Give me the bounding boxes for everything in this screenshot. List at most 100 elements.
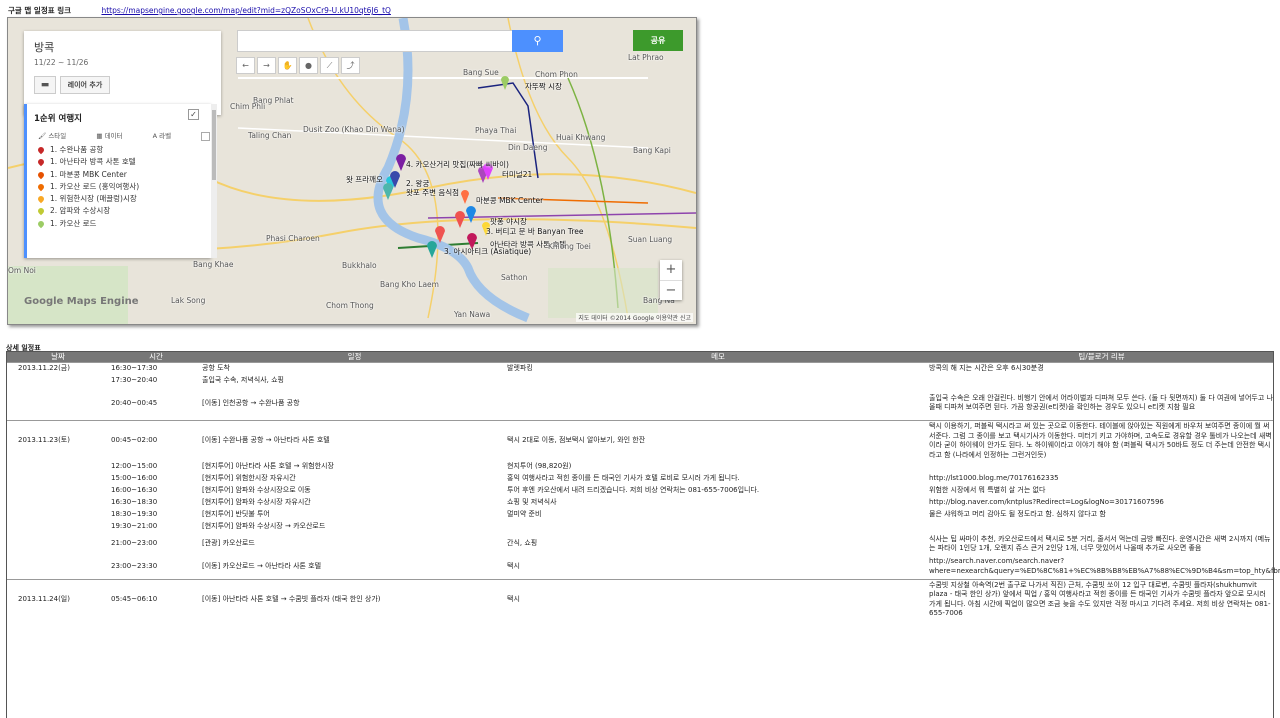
map-place-label: 터미널21 [502,170,533,179]
map-dates: 11/22 ~ 11/26 [34,58,89,67]
hand-icon[interactable]: ✋ [278,57,297,74]
marker-icon [36,194,46,204]
zoom-in-button[interactable]: + [660,260,682,281]
map-link[interactable]: https://mapsengine.google.com/map/edit?m… [101,6,391,15]
marker-icon [36,182,46,192]
table-cell-date [6,521,110,533]
layer-item[interactable]: 1. 카오산 로드 [36,218,139,230]
table-cell-plan: [현지투어] 암파와 수상시장 → 카오산로드 [202,522,326,531]
table-cell-tip: http://search.naver.com/search.naver?whe… [929,557,1280,575]
map-title[interactable]: 방콕 [34,39,54,55]
layer-title[interactable]: 1순위 여행지 [34,112,82,124]
directions-icon[interactable]: ⤴ [341,57,360,74]
table-row: 23:00~23:30 [이동] 카오산로드 → 아난타라 사톤 호텔 택시 http… [6,555,1280,579]
undo-icon[interactable]: ← [236,57,255,74]
table-cell-memo: 쇼핑 및 저녁식사 [507,498,557,507]
table-cell-tip [929,461,1274,473]
layer-item[interactable]: 1. 위험한시장 (매끌렁)시장 [36,193,139,205]
table-cell-date [6,555,110,579]
table-cell-plan: [이동] 수완나품 공항 → 아난타라 사톤 호텔 [202,420,507,461]
marker-icon [36,219,46,229]
table-cell-plan: [이동] 아난타라 사톤 호텔 → 수쿰빗 플라자 (태국 한인 상가) [202,578,507,620]
data-tool[interactable]: ▦ 데이터 [96,132,136,140]
table-cell-memo [507,375,929,387]
table-cell-tip: 수쿰빗 지상철 아속역(2번 출구로 나가서 직진) 근처, 수쿰빗 쏘이 12… [929,578,1274,620]
table-cell-tip: 택시 이용하기, 퍼블릭 택시라고 써 있는 곳으로 이동한다. 테이블에 앉아… [929,420,1274,461]
map-place-label: 왓 프라깨오 [346,175,383,184]
table-cell-memo: 발렛파킹 [507,362,929,375]
table-cell-plan: 출입국 수속, 저녁식사, 쇼핑 [202,375,284,384]
zoom-out-button[interactable]: − [660,281,682,301]
table-row: 20:40~00:45 [이동] 인천공항 → 수완나품 공항 출입국 수속은 오래… [6,387,1274,421]
table-cell-tip: 물은 샤워하고 머리 감아도 될 정도라고 함. 심하지 않다고 함 [929,510,1106,519]
table-cell-memo: 홍익 여행사라고 적힌 종이를 든 태국인 기사가 호텔 로비로 모시러 가게 … [507,474,740,483]
google-logo: Google Maps Engine [24,296,139,307]
table-cell-plan: [현지투어] 암파와 수상시장으로 이동 [202,486,311,495]
table-cell-time: 05:45~06:10 [110,578,202,620]
layer-item[interactable]: 1. 마분콩 MBK Center [36,169,139,181]
layer-visibility-checkbox[interactable]: ✓ [188,109,199,120]
map-place-label: 왓포 주변 음식점 [406,188,460,197]
map-district-label: Bang Kapi [633,146,671,155]
map-district-label: Phaya Thai [475,126,517,135]
layer-item[interactable]: 2. 암파와 수상시장 [36,205,139,217]
table-cell-plan: [현지투어] 암파와 수상시장 자유시간 [202,498,311,507]
layer-item[interactable]: 1. 카오산 로드 (홍익여행사) [36,181,139,193]
map-link-label: 구글 맵 일정표 링크 [8,6,72,15]
table-row: 17:30~20:40 출입국 수속, 저녁식사, 쇼핑 [6,375,1274,387]
share-button[interactable]: 공유 [633,30,683,51]
map-district-label: Taling Chan [248,131,292,140]
map-link-row: 구글 맵 일정표 링크 https://mapsengine.google.co… [8,5,391,17]
zoom-control: + − [660,260,682,300]
table-cell-date: 2013.11.24(일) [6,578,110,620]
table-cell-time: 17:30~20:40 [111,375,158,384]
table-cell-memo: 택시 [507,578,929,620]
marker-icon [36,158,46,167]
layer-scrollbar[interactable] [211,104,217,258]
map-search-input[interactable] [237,30,522,52]
table-cell-tip [929,521,1274,533]
table-cell-date [6,387,110,421]
layer-item[interactable]: 1. 수완나품 공항 [36,144,139,156]
table-cell-tip: 출입국 수속은 오래 안걸린다. 비행기 안에서 어라이벌과 디파쳐 모두 쓴다… [929,393,1273,412]
layer-item[interactable]: 1. 아난타라 방콕 사톤 호텔 [36,156,139,168]
column-header: 날짜 [6,351,110,363]
folder-icon[interactable]: ▬ [34,76,56,94]
table-row: 16:30~18:30 [현지투어] 암파와 수상시장 자유시간 쇼핑 및 저녁식사… [6,497,1274,509]
map-district-label: Din Daeng [508,143,548,152]
map-place-label: 4. 카오산거리 맛집(짜빠 씨바이) [406,160,509,169]
table-header-row: 날짜 시간 일정 메모 팁/블로거 리뷰 [6,351,1274,363]
table-cell-plan: [이동] 카오산로드 → 아난타라 사톤 호텔 [202,562,322,570]
scrollbar-thumb[interactable] [212,110,216,180]
map-district-label: Chom Phon [535,70,578,79]
marker-icon [36,170,46,179]
table-row: 15:00~16:00 [현지투어] 위험한시장 자유시간 홍익 여행사라고 적힌 … [6,473,1274,485]
line-tool-icon[interactable]: ⟋ [320,57,339,74]
map-district-label: Bang Sue [463,68,499,77]
map-embed[interactable]: 자뚜짝 시장 4. 카오산거리 맛집(짜빠 씨바이) 왓 프라깨오 2. 왕궁 … [7,17,697,325]
map-district-label: Lat Phrao [628,53,664,62]
map-place-label: 3. 버티고 문 바 Banyan Tree [486,227,584,236]
table-cell-date [6,533,110,555]
marker-tool-icon[interactable]: ● [299,57,318,74]
table-cell-date [6,485,110,497]
table-cell-tip: 방콕의 해 지는 시간은 오후 6시30분경 [929,362,1274,375]
table-cell-memo: 투어 후엔 카오산에서 내려 드리겠습니다. 저희 비상 연락처는 081-65… [507,486,760,495]
map-district-label: Chim Phli [230,102,266,111]
table-cell-memo: 현지투어 (98,820원) [507,462,572,471]
map-district-label: Phasi Charoen [266,234,320,243]
table-cell-tip [929,375,1274,387]
table-cell-memo [507,387,929,421]
redo-icon[interactable]: → [257,57,276,74]
add-layer-button[interactable]: 레이어 추가 [60,76,110,94]
table-cell-time: 18:30~19:30 [111,510,158,519]
table-row: 19:30~21:00 [현지투어] 암파와 수상시장 → 카오산로드 [6,521,1274,533]
layer-options-icon[interactable] [201,131,211,141]
column-header: 시간 [110,351,202,363]
table-row: 12:00~15:00 [현지투어] 아난타라 사톤 호텔 → 위험한시장 현지투어… [6,461,1274,473]
search-button[interactable]: ⚲ [512,30,563,52]
style-tool[interactable]: 🖌 스타일 [38,132,80,140]
label-tool[interactable]: A 라벨 [153,132,185,140]
map-district-label: Suan Luang [628,235,673,244]
table-row: 2013.11.22(금) 16:30~17:30 공항 도착 발렛파킹 방콕의 해 지… [6,362,1274,375]
